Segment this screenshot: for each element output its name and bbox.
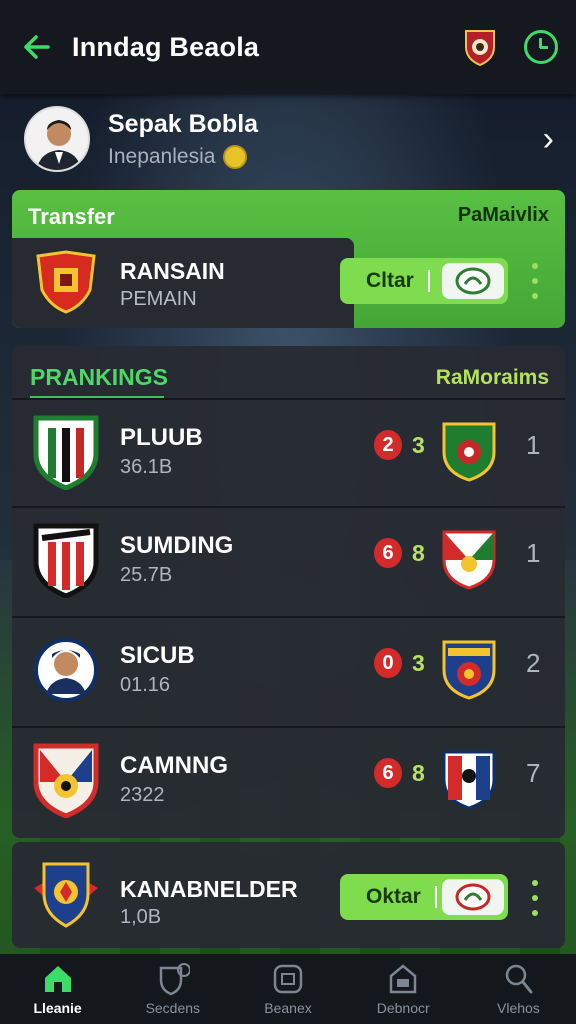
score-away: 8 [412, 759, 425, 786]
club-badge-icon[interactable] [462, 27, 498, 67]
club-logo-icon [442, 263, 504, 299]
back-arrow-icon[interactable] [18, 29, 54, 65]
club-name: SICUB [120, 642, 195, 669]
score: 2 3 [374, 430, 425, 460]
club-card[interactable]: KANABNELDER 1,0B Oktar [12, 842, 565, 948]
nav-item-sections[interactable]: Secdens [115, 954, 230, 1024]
transfer-title: Transfer [28, 204, 115, 229]
opponent-crest-icon [442, 530, 496, 590]
score-home: 2 [374, 430, 402, 460]
bottom-nav: Lleanie Secdens Beanex Debnocr Vlehos [0, 954, 576, 1024]
club-crest-icon [32, 632, 100, 708]
club-value: 36.1B [120, 456, 173, 478]
coin-icon [223, 144, 248, 169]
rankings-panel: PRANKINGS RaMoraims PLUUB 36.1B 2 3 1 SU… [12, 346, 565, 838]
transfer-action-label: Cltar [366, 269, 414, 292]
score: 0 3 [374, 648, 425, 678]
ranking-row[interactable]: CAMNNG 2322 6 8 7 [12, 726, 565, 834]
clock-icon[interactable] [524, 30, 558, 64]
more-options-icon[interactable] [531, 880, 539, 916]
top-bar: Inndag Beaola [0, 0, 576, 94]
profile-subtitle: Inepanlesia [108, 144, 216, 168]
opponent-crest-icon [442, 750, 496, 810]
profile-row[interactable]: Sepak Bobla Inepanlesia › [24, 104, 554, 174]
tv-icon [271, 962, 305, 996]
score-home: 0 [374, 648, 402, 678]
transfer-club-sub: PEMAIN [120, 288, 197, 310]
rankings-title: PRANKINGS [30, 364, 169, 390]
score-away: 8 [412, 539, 425, 566]
divider [427, 270, 430, 292]
nav-item-home[interactable]: Lleanie [0, 954, 115, 1024]
app-title: Inndag Beaola [72, 31, 260, 62]
avatar [24, 106, 90, 172]
club-crest-icon [34, 250, 98, 314]
club-name: SUMDING [120, 532, 234, 559]
home-icon [41, 962, 75, 996]
rankings-right-label[interactable]: RaMoraims [436, 366, 549, 390]
rank-number: 2 [526, 648, 541, 678]
rank-number: 1 [526, 538, 541, 568]
profile-name: Sepak Bobla [108, 109, 259, 138]
club-value: 2322 [120, 784, 165, 806]
shield-icon [156, 962, 190, 996]
rank-number: 1 [526, 430, 541, 460]
score-away: 3 [412, 431, 425, 458]
nav-item-beanex[interactable]: Beanex [230, 954, 345, 1024]
club-action-button[interactable]: Oktar [340, 874, 508, 920]
rank-number: 7 [526, 758, 541, 788]
nav-label: Debnocr [376, 1000, 430, 1016]
score: 6 8 [374, 758, 425, 788]
score-home: 6 [374, 538, 402, 568]
club-action-label: Oktar [366, 885, 421, 908]
score-away: 3 [412, 649, 425, 676]
club-crest-icon [32, 742, 100, 819]
opponent-crest-icon [442, 640, 496, 700]
club-logo-icon [442, 879, 504, 915]
person-icon [501, 962, 535, 996]
divider [434, 886, 437, 908]
nav-label: Lleanie [33, 1000, 82, 1016]
ranking-row[interactable]: PLUUB 36.1B 2 3 1 [12, 398, 565, 506]
more-options-icon[interactable] [531, 263, 539, 299]
club-value: 01.16 [120, 674, 171, 696]
transfer-right-label: PaMaivlix [457, 204, 549, 226]
ranking-row[interactable]: SICUB 01.16 0 3 2 [12, 616, 565, 724]
club-crest-icon [32, 414, 100, 491]
club-crest-icon [32, 522, 100, 599]
transfer-action-button[interactable]: Cltar [340, 258, 508, 304]
club-name: KANABNELDER [120, 876, 298, 902]
opponent-crest-icon [442, 422, 496, 482]
nav-label: Secdens [145, 1000, 201, 1016]
club-crest-icon [34, 860, 98, 930]
calendar-icon [386, 962, 420, 996]
club-name: PLUUB [120, 424, 203, 451]
score-home: 6 [374, 758, 402, 788]
transfer-club-name: RANSAIN [120, 258, 225, 284]
chevron-right-icon[interactable]: › [543, 120, 554, 159]
club-name: CAMNNG [120, 752, 228, 779]
nav-item-profile[interactable]: Vlehos [461, 954, 576, 1024]
nav-label: Beanex [264, 1000, 312, 1016]
club-value: 1,0B [120, 906, 162, 928]
ranking-row[interactable]: SUMDING 25.7B 6 8 1 [12, 506, 565, 614]
nav-label: Vlehos [497, 1000, 540, 1016]
transfer-card[interactable]: Transfer PaMaivlix RANSAIN PEMAIN Cltar [12, 190, 565, 328]
club-value: 25.7B [120, 564, 173, 586]
score: 6 8 [374, 538, 425, 568]
transfer-club-panel: RANSAIN PEMAIN [12, 238, 354, 328]
nav-item-debnocr[interactable]: Debnocr [346, 954, 461, 1024]
